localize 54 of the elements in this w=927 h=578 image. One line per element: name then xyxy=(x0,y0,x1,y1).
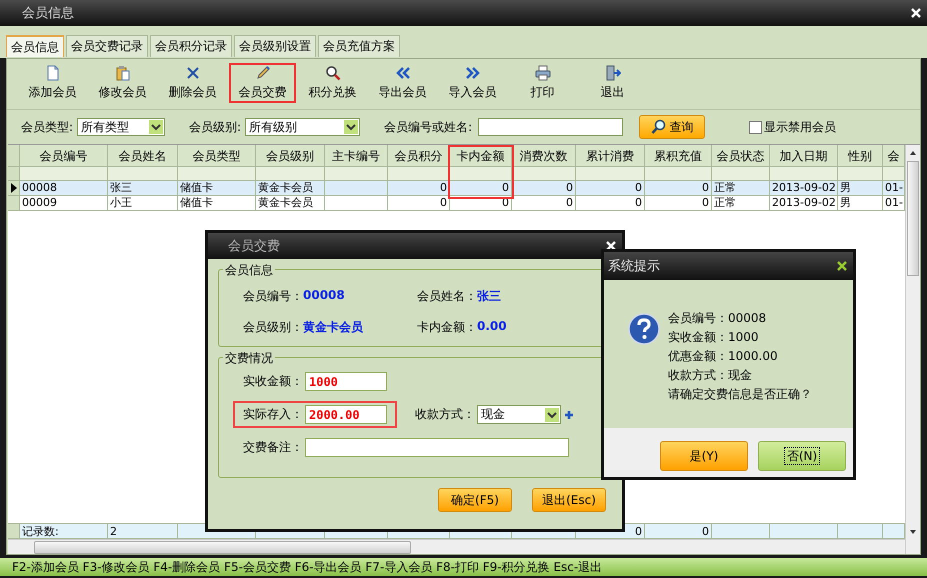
table-cell: 0 xyxy=(576,196,645,211)
footer-cell: 记录数: xyxy=(20,523,108,539)
table-cell: 正常 xyxy=(712,196,770,211)
table-cell: 男 xyxy=(838,196,883,211)
field-label: 卡内金额： xyxy=(417,319,477,336)
message-line: 请确定交费信息是否正确？ xyxy=(668,386,812,403)
table-cell: 0 xyxy=(512,196,576,211)
window-title: 会员信息 xyxy=(22,5,74,22)
table-cell: 00009 xyxy=(20,196,108,211)
group-legend: 交费情况 xyxy=(223,350,275,367)
table-cell: 01- xyxy=(883,181,905,196)
table-cell: 黄金卡会员 xyxy=(256,181,325,196)
field-value: 0.00 xyxy=(477,319,507,335)
table-cell: 0 xyxy=(388,196,450,211)
member-type-label: 会员类型: xyxy=(21,118,74,136)
table-cell: 张三 xyxy=(108,181,178,196)
dialog-title: 系统提示 xyxy=(608,258,660,275)
table-cell: 储值卡 xyxy=(178,181,256,196)
shortcut-hints: F2-添加会员 F3-修改会员 F4-删除会员 F5-会员交费 F6-导出会员 F7-导入会员 F8-打印 F9-积分兑换 Esc-退出 xyxy=(12,560,602,574)
table-cell: 储值卡 xyxy=(178,196,256,211)
field-label: 会员姓名： xyxy=(417,288,477,305)
table-cell: 男 xyxy=(838,181,883,196)
field-value: 00008 xyxy=(303,288,345,304)
message-line: 实收金额：1000 xyxy=(668,329,760,346)
table-cell: 2013-09-02 xyxy=(770,196,838,211)
group-legend: 会员信息 xyxy=(223,262,275,279)
field-label: 交费备注： xyxy=(243,439,303,456)
dialog-title: 会员交费 xyxy=(228,238,280,255)
footer-cell: 2 xyxy=(108,523,178,539)
table-cell: 0 xyxy=(645,181,712,196)
table-cell: 0 xyxy=(645,196,712,211)
field-value: 黄金卡会员 xyxy=(303,319,363,336)
table-cell: 2013-09-02 xyxy=(770,181,838,196)
footer-cell: 0 xyxy=(645,523,712,539)
search-label: 会员编号或姓名: xyxy=(384,118,472,136)
message-line: 会员编号：00008 xyxy=(668,310,768,327)
message-line: 收款方式：现金 xyxy=(668,367,753,384)
field-value: 张三 xyxy=(477,288,501,305)
table-cell: 0 xyxy=(388,181,450,196)
field-label: 实际存入： xyxy=(243,406,303,423)
table-cell: 正常 xyxy=(712,181,770,196)
table-cell: 黄金卡会员 xyxy=(256,196,325,211)
table-cell: 00008 xyxy=(20,181,108,196)
member-level-label: 会员级别: xyxy=(189,118,242,136)
table-cell: 0 xyxy=(576,181,645,196)
table-cell: 0 xyxy=(512,181,576,196)
field-label: 实收金额： xyxy=(243,373,303,390)
field-label: 会员级别： xyxy=(243,319,303,336)
field-label: 会员编号： xyxy=(243,288,303,305)
table-cell: 小王 xyxy=(108,196,178,211)
message-line: 优惠金额：1000.00 xyxy=(668,348,779,365)
table-cell: 0 xyxy=(450,181,512,196)
show-disabled-label: 显示禁用会员 xyxy=(764,118,836,136)
field-label: 收款方式： xyxy=(415,406,475,423)
